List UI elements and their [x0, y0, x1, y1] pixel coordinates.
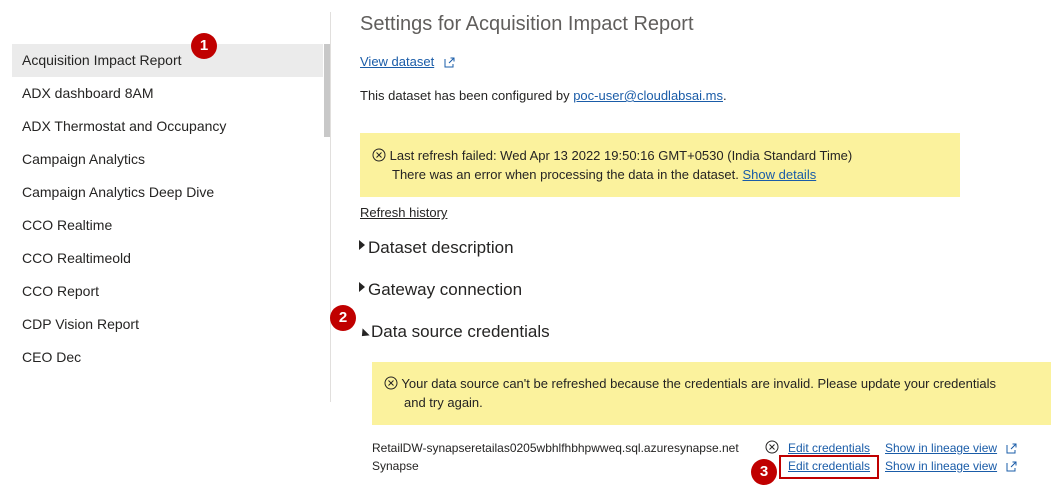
source-name-synapse: Synapse [372, 459, 419, 473]
view-dataset: View dataset [360, 54, 455, 69]
refresh-error-text: Last refresh failed: Wed Apr 13 2022 19:… [389, 148, 853, 163]
sidebar-item-cco-report[interactable]: CCO Report [12, 275, 323, 308]
error-icon [372, 148, 386, 162]
sidebar-item-adx-thermostat[interactable]: ADX Thermostat and Occupancy [12, 110, 323, 143]
error-icon [384, 376, 398, 390]
sidebar-item-adx-dashboard-8am[interactable]: ADX dashboard 8AM [12, 77, 323, 110]
step-badge-3: 3 [751, 459, 777, 485]
report-list: Acquisition Impact Report ADX dashboard … [12, 44, 323, 374]
page-title: Settings for Acquisition Impact Report [360, 13, 694, 35]
external-link-icon [1006, 443, 1017, 454]
sidebar-item-ceo-dec[interactable]: CEO Dec [12, 341, 323, 374]
step-badge-2: 2 [330, 305, 356, 331]
external-link-icon [444, 57, 455, 68]
configured-user-link[interactable]: poc-user@cloudlabsai.ms [573, 88, 723, 103]
sidebar-item-cco-realtime[interactable]: CCO Realtime [12, 209, 323, 242]
section-gateway-connection[interactable]: Gateway connection [359, 280, 522, 300]
sidebar-item-campaign-analytics[interactable]: Campaign Analytics [12, 143, 323, 176]
divider [330, 12, 331, 402]
collapse-arrow-icon [358, 328, 370, 340]
section-label: Data source credentials [371, 322, 550, 341]
expand-arrow-icon [359, 240, 365, 250]
refresh-error-line2: There was an error when processing the d… [392, 167, 816, 182]
refresh-history-link[interactable]: Refresh history [360, 205, 447, 220]
sidebar-item-acquisition-impact-report[interactable]: Acquisition Impact Report [12, 44, 323, 77]
credentials-warning-text: Your data source can't be refreshed beca… [401, 376, 996, 391]
show-lineage-link-synapse[interactable]: Show in lineage view [885, 459, 997, 473]
section-label: Gateway connection [368, 280, 523, 299]
source-name-retaildw: RetailDW-synapseretailas0205wbhlfhbhpwwe… [372, 441, 739, 455]
refresh-error-detail: There was an error when processing the d… [392, 167, 739, 182]
sidebar-item-cdp-vision-report[interactable]: CDP Vision Report [12, 308, 323, 341]
sidebar-item-cco-realtimeold[interactable]: CCO Realtimeold [12, 242, 323, 275]
refresh-error-banner: Last refresh failed: Wed Apr 13 2022 19:… [360, 133, 960, 197]
configured-prefix: This dataset has been configured by [360, 88, 574, 103]
credentials-warning-line1: Your data source can't be refreshed beca… [384, 376, 996, 391]
section-data-source-credentials[interactable]: Data source credentials [358, 322, 550, 342]
error-icon [765, 440, 779, 454]
highlight-box [779, 455, 879, 479]
configured-suffix: . [722, 88, 727, 103]
configured-by: This dataset has been configured by poc-… [360, 88, 727, 103]
view-dataset-link[interactable]: View dataset [360, 54, 434, 69]
step-badge-1: 1 [191, 33, 217, 59]
section-label: Dataset description [368, 238, 514, 257]
expand-arrow-icon [359, 282, 365, 292]
show-lineage-link-retaildw[interactable]: Show in lineage view [885, 441, 997, 455]
show-details-link[interactable]: Show details [743, 167, 817, 182]
credentials-warning-banner: Your data source can't be refreshed beca… [372, 362, 1051, 425]
external-link-icon [1006, 461, 1017, 472]
edit-credentials-link-retaildw[interactable]: Edit credentials [788, 441, 870, 455]
sidebar-item-campaign-analytics-deep-dive[interactable]: Campaign Analytics Deep Dive [12, 176, 323, 209]
credentials-warning-line2: and try again. [404, 395, 483, 410]
section-dataset-description[interactable]: Dataset description [359, 238, 514, 258]
refresh-error-line1: Last refresh failed: Wed Apr 13 2022 19:… [372, 148, 852, 163]
